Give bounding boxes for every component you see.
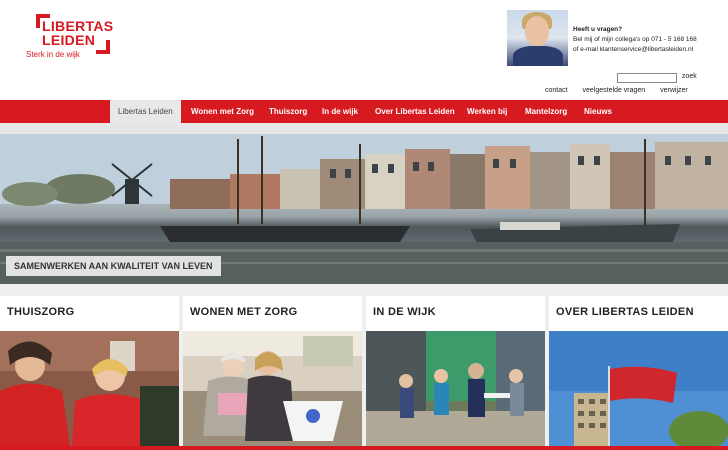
nav-under-bar bbox=[0, 123, 728, 134]
elderly-care-photo bbox=[183, 331, 362, 446]
tile-thuiszorg[interactable]: THUISZORG bbox=[0, 296, 179, 446]
tile-title: IN DE WIJK bbox=[373, 306, 436, 318]
hero-banner: SAMENWERKEN AAN KWALITEIT VAN LEVEN bbox=[0, 134, 728, 284]
contact-phone-line: Bel mij of mijn collega's op 071 - 5 168… bbox=[573, 36, 697, 43]
logo-wordmark: LIBERTAS LEIDEN bbox=[42, 19, 113, 47]
contact-info: Heeft u vragen? Bel mij of mijn collega'… bbox=[573, 25, 697, 55]
search-button[interactable]: zoek bbox=[682, 73, 697, 80]
nav-item-wonen-met-zorg[interactable]: Wonen met Zorg bbox=[183, 100, 262, 123]
top-links: contact veelgestelde vragen verwijzer bbox=[545, 87, 701, 94]
flag-building-photo bbox=[549, 331, 728, 446]
logo-line-2: LEIDEN bbox=[42, 32, 96, 48]
toplink-verwijzer[interactable]: verwijzer bbox=[660, 87, 688, 94]
hero-caption: SAMENWERKEN AAN KWALITEIT VAN LEVEN bbox=[6, 256, 221, 276]
tile-title: THUISZORG bbox=[7, 306, 75, 318]
logo-line-1: LIBERTAS bbox=[42, 18, 114, 34]
nav-item-mantelzorg[interactable]: Mantelzorg bbox=[517, 100, 575, 123]
toplink-faq[interactable]: veelgestelde vragen bbox=[583, 87, 646, 94]
contact-question: Heeft u vragen? bbox=[573, 26, 623, 33]
neighborhood-photo bbox=[366, 331, 545, 446]
main-nav: Libertas Leiden Wonen met Zorg Thuiszorg… bbox=[0, 100, 728, 123]
tile-wonen-met-zorg[interactable]: WONEN MET ZORG bbox=[183, 296, 362, 446]
care-workers-photo bbox=[0, 331, 179, 446]
contact-person-photo bbox=[507, 10, 568, 66]
nav-item-thuiszorg[interactable]: Thuiszorg bbox=[261, 100, 315, 123]
nav-item-over-libertas-leiden[interactable]: Over Libertas Leiden bbox=[367, 100, 463, 123]
photo-body bbox=[513, 46, 563, 66]
libertas-leiden-logo[interactable]: LIBERTAS LEIDEN Sterk in de wijk bbox=[26, 14, 116, 62]
tile-title: OVER LIBERTAS LEIDEN bbox=[556, 306, 694, 318]
nav-item-nieuws[interactable]: Nieuws bbox=[576, 100, 620, 123]
photo-face bbox=[525, 16, 549, 46]
search-input[interactable] bbox=[617, 73, 677, 83]
tile-over-libertas-leiden[interactable]: OVER LIBERTAS LEIDEN bbox=[549, 296, 728, 446]
toplink-contact[interactable]: contact bbox=[545, 87, 568, 94]
tile-in-de-wijk[interactable]: IN DE WIJK bbox=[366, 296, 545, 446]
nav-item-werken-bij[interactable]: Werken bij bbox=[459, 100, 515, 123]
tiles-bottom-accent bbox=[0, 446, 728, 450]
logo-tagline: Sterk in de wijk bbox=[26, 50, 80, 59]
tile-title: WONEN MET ZORG bbox=[190, 306, 298, 318]
contact-email-line: of e-mail klantenservice@libertasleiden.… bbox=[573, 46, 694, 53]
nav-item-in-de-wijk[interactable]: In de wijk bbox=[314, 100, 366, 123]
nav-item-libertas-leiden[interactable]: Libertas Leiden bbox=[110, 100, 181, 123]
